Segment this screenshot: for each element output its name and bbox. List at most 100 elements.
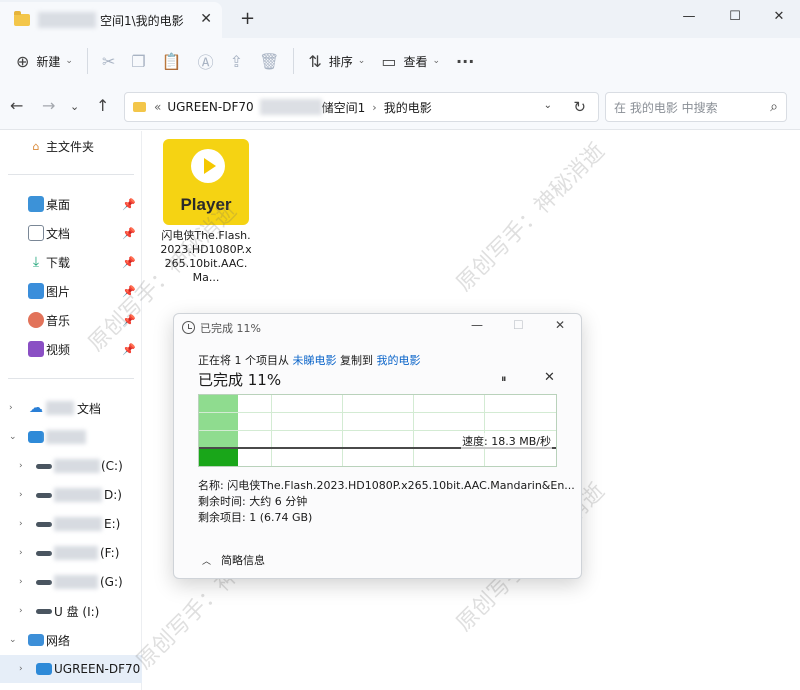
drive-icon <box>36 492 52 498</box>
desktop-icon <box>28 196 44 212</box>
sidebar-item-usb-drive[interactable]: › U 盘 (I:) <box>0 597 142 625</box>
file-item[interactable]: Player 闪电侠The.Flash.2023.HD1080P.x265.10… <box>160 139 252 285</box>
sidebar-item-documents[interactable]: 文档 📌 <box>0 219 142 247</box>
sidebar-item-label: 文档 <box>46 226 71 241</box>
pin-icon[interactable]: 📌 <box>122 256 136 269</box>
sidebar-item-network[interactable]: ⌄ 网络 <box>0 626 142 654</box>
sidebar-item-home[interactable]: ⌂ 主文件夹 <box>0 132 142 160</box>
breadcrumb-nas[interactable]: UGREEN-DF70 <box>167 100 253 114</box>
cut-button[interactable]: ✂ <box>94 45 123 77</box>
view-icon: ▭ <box>381 51 397 71</box>
sidebar-item-music[interactable]: 音乐 📌 <box>0 306 142 334</box>
rename-icon: Ⓐ <box>197 53 214 72</box>
sidebar-item-drive-e[interactable]: › E:) <box>0 510 142 538</box>
pin-icon[interactable]: 📌 <box>122 343 136 356</box>
divider <box>8 174 134 175</box>
rename-button[interactable]: Ⓐ <box>190 45 222 77</box>
sidebar-item-label: 图片 <box>46 284 71 299</box>
sidebar-item-this-pc[interactable]: ⌄ <box>0 423 142 451</box>
tab-close-icon[interactable]: ✕ <box>200 11 212 27</box>
destination-link[interactable]: 我的电影 <box>377 354 421 367</box>
history-chevron-icon[interactable]: ⌄ <box>70 100 79 113</box>
expand-chevron-icon[interactable]: › <box>19 490 23 500</box>
usb-drive-icon <box>36 608 52 614</box>
sidebar-item-drive-d[interactable]: › D:) <box>0 481 142 509</box>
navigation-pane: ⌂ 主文件夹 桌面 📌 文档 📌 ⤓ 下载 📌 图片 📌 音乐 📌 视频 📌 ›… <box>0 131 142 690</box>
search-input[interactable]: 在 我的电影 中搜索 <box>614 99 718 116</box>
expand-chevron-icon[interactable]: › <box>19 606 23 616</box>
grid-line <box>199 412 556 413</box>
pause-button[interactable]: ⏸ <box>501 372 507 386</box>
redacted-text <box>259 99 322 115</box>
close-window-button[interactable]: ✕ <box>756 2 800 30</box>
sidebar-item-pictures[interactable]: 图片 📌 <box>0 277 142 305</box>
dialog-close-button[interactable]: ✕ <box>555 318 565 332</box>
view-button-label: 查看 <box>403 54 428 69</box>
expand-chevron-icon[interactable]: › <box>19 664 23 674</box>
collapse-chevron-icon[interactable]: ⌄ <box>9 432 17 442</box>
breadcrumb-overflow[interactable]: « <box>154 100 161 114</box>
expand-chevron-icon[interactable]: › <box>19 548 23 558</box>
address-dropdown-icon[interactable]: ⌄ <box>544 100 552 111</box>
minimize-button[interactable]: — <box>666 2 712 30</box>
sidebar-item-drive-f[interactable]: › (F:) <box>0 539 142 567</box>
sidebar-item-videos[interactable]: 视频 📌 <box>0 335 142 363</box>
expand-chevron-icon[interactable]: › <box>19 461 23 471</box>
chevron-down-icon: ⌄ <box>357 56 366 66</box>
sidebar-item-downloads[interactable]: ⤓ 下载 📌 <box>0 248 142 276</box>
video-thumbnail: Player <box>163 139 249 225</box>
sidebar-item-nas[interactable]: › UGREEN-DF70 <box>0 655 142 683</box>
expand-chevron-icon[interactable]: › <box>9 403 13 413</box>
expand-chevron-icon[interactable]: › <box>19 577 23 587</box>
drive-icon <box>36 550 52 556</box>
sort-button[interactable]: ⇅ 排序 ⌄ <box>300 45 373 77</box>
refresh-icon[interactable]: ↻ <box>573 98 586 116</box>
new-tab-button[interactable]: + <box>240 8 255 29</box>
sidebar-item-drive-c[interactable]: › (C:) <box>0 452 142 480</box>
new-button[interactable]: ⊕ 新建 ⌄ <box>8 45 81 77</box>
pin-icon[interactable]: 📌 <box>122 227 136 240</box>
sidebar-item-label: 主文件夹 <box>46 139 95 154</box>
network-icon <box>28 634 44 646</box>
less-details-button[interactable]: ︿ 简略信息 <box>202 552 265 568</box>
paste-button[interactable]: 📋 <box>154 45 190 77</box>
grid-line <box>342 395 343 466</box>
sidebar-item-drive-g[interactable]: › (G:) <box>0 568 142 596</box>
scissors-icon: ✂ <box>101 51 116 71</box>
chevron-down-icon: ⌄ <box>432 56 441 66</box>
expand-chevron-icon[interactable]: › <box>19 519 23 529</box>
more-button[interactable]: ··· <box>448 45 482 77</box>
monitor-icon <box>28 431 44 443</box>
pin-icon[interactable]: 📌 <box>122 198 136 211</box>
forward-button[interactable]: → <box>42 96 55 115</box>
search-icon: ⌕ <box>770 99 778 115</box>
source-link[interactable]: 未睇电影 <box>293 354 337 367</box>
up-button[interactable]: ↑ <box>96 96 109 115</box>
drive-icon <box>36 463 52 469</box>
pin-icon[interactable]: 📌 <box>122 285 136 298</box>
delete-button[interactable]: 🗑 <box>251 45 287 77</box>
breadcrumb-storage[interactable]: 储空间1 <box>322 99 366 116</box>
maximize-button[interactable]: ☐ <box>712 2 758 30</box>
divider <box>293 48 295 74</box>
cancel-copy-button[interactable]: ✕ <box>544 370 555 385</box>
back-button[interactable]: ← <box>10 96 23 115</box>
tab-my-movies[interactable]: 空间1\我的电影 ✕ <box>0 2 222 38</box>
address-bar[interactable]: « UGREEN-DF70 储空间1 › 我的电影 ⌄ ↻ <box>124 92 599 122</box>
address-row: ← → ⌄ ↑ « UGREEN-DF70 储空间1 › 我的电影 ⌄ ↻ 在 … <box>0 84 800 130</box>
pin-icon[interactable]: 📌 <box>122 314 136 327</box>
sidebar-item-cloud[interactable]: › ☁ 文档 <box>0 394 142 422</box>
sidebar-item-desktop[interactable]: 桌面 📌 <box>0 190 142 218</box>
dialog-minimize-button[interactable]: — <box>471 318 483 332</box>
tab-title: 空间1\我的电影 <box>100 13 184 28</box>
copy-button[interactable]: ❐ <box>123 45 153 77</box>
share-button[interactable]: ⇪ <box>222 45 251 77</box>
search-box[interactable]: 在 我的电影 中搜索 ⌕ <box>605 92 787 122</box>
collapse-chevron-icon[interactable]: ⌄ <box>9 635 17 645</box>
breadcrumb-current[interactable]: 我的电影 <box>384 99 432 116</box>
view-button[interactable]: ▭ 查看 ⌄ <box>373 45 448 77</box>
copy-prefix: 正在将 1 个项目从 <box>198 354 289 367</box>
thumbnail-label: Player <box>180 195 232 214</box>
download-icon: ⤓ <box>32 254 40 270</box>
home-icon: ⌂ <box>32 139 40 153</box>
